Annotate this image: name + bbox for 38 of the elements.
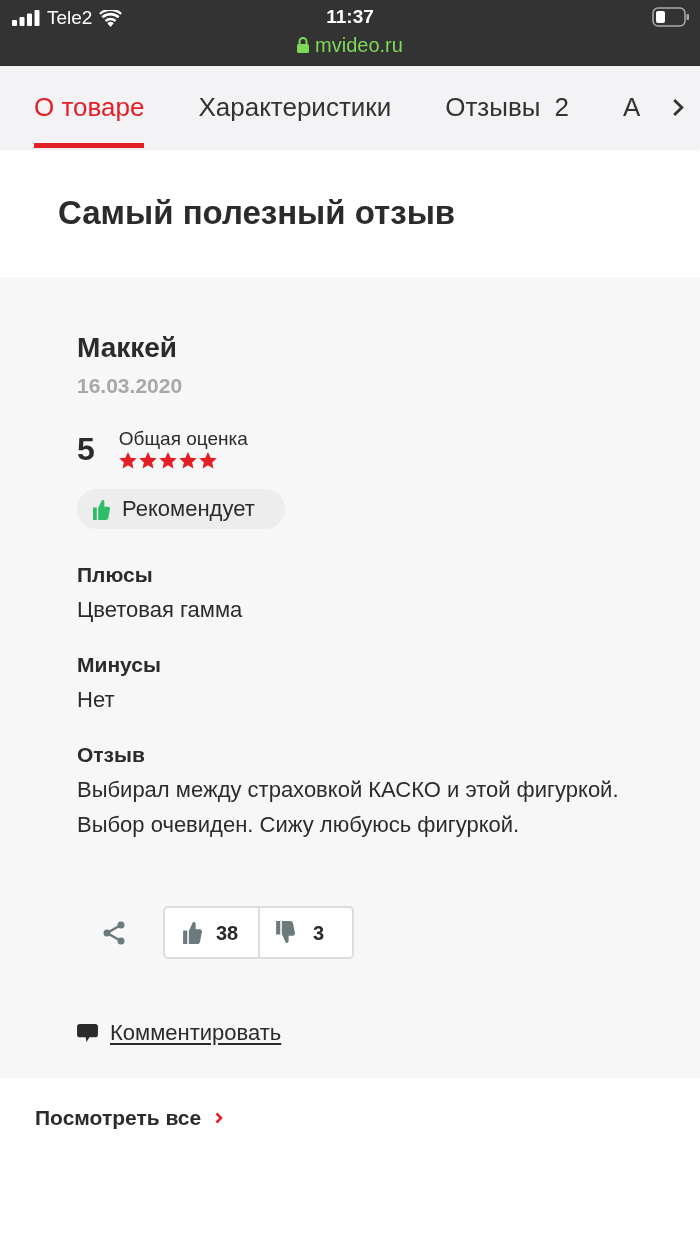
star-icon [158, 452, 177, 469]
lock-icon [297, 37, 310, 53]
page-url: mvideo.ru [315, 33, 403, 57]
star-icon [118, 452, 137, 469]
carrier-name: Tele2 [47, 6, 93, 30]
rating-value: 5 [77, 430, 95, 467]
rating-label: Общая оценка [118, 428, 248, 450]
recommend-badge: Рекомендует [77, 489, 285, 529]
section-text: Нет [77, 686, 116, 714]
dislike-button[interactable]: 3 [260, 908, 352, 957]
section-text: Выбирал между страховкой КАСКО и этой фигуркой. Выбор очевиден. Сижу любуюсь фигуркой. [77, 776, 620, 839]
clock-time: 11:37 [326, 5, 374, 29]
star-icon [198, 452, 217, 469]
star-icon [178, 452, 197, 469]
section-heading: Плюсы [77, 562, 153, 588]
thumbs-up-icon [183, 921, 202, 944]
thumbs-down-icon [276, 921, 295, 944]
wifi-icon [99, 9, 123, 27]
tab[interactable]: О товаре [34, 66, 145, 148]
star-icon [138, 452, 157, 469]
share-icon[interactable] [103, 920, 125, 945]
section-heading: Отзыв [77, 742, 145, 768]
view-all-link[interactable]: Посмотреть все [35, 1106, 202, 1130]
tab[interactable]: Отзывы 2 [445, 66, 569, 148]
thumbs-up-icon [93, 498, 110, 520]
section-text: Цветовая гамма [77, 596, 244, 624]
comment-link[interactable]: Комментировать [110, 1020, 282, 1046]
comment-icon [77, 1023, 98, 1043]
review-date: 16.03.2020 [77, 374, 183, 398]
author-name: Маккей [77, 332, 178, 364]
like-button[interactable]: 38 [165, 908, 260, 957]
section-title: Самый полезный отзыв [58, 193, 456, 232]
battery-icon [652, 7, 690, 27]
tab[interactable]: А [622, 66, 641, 148]
signal-icon [12, 10, 40, 26]
tab[interactable]: Характеристики [198, 66, 392, 148]
section-heading: Минусы [77, 652, 161, 678]
chevron-right-icon[interactable] [672, 97, 684, 117]
